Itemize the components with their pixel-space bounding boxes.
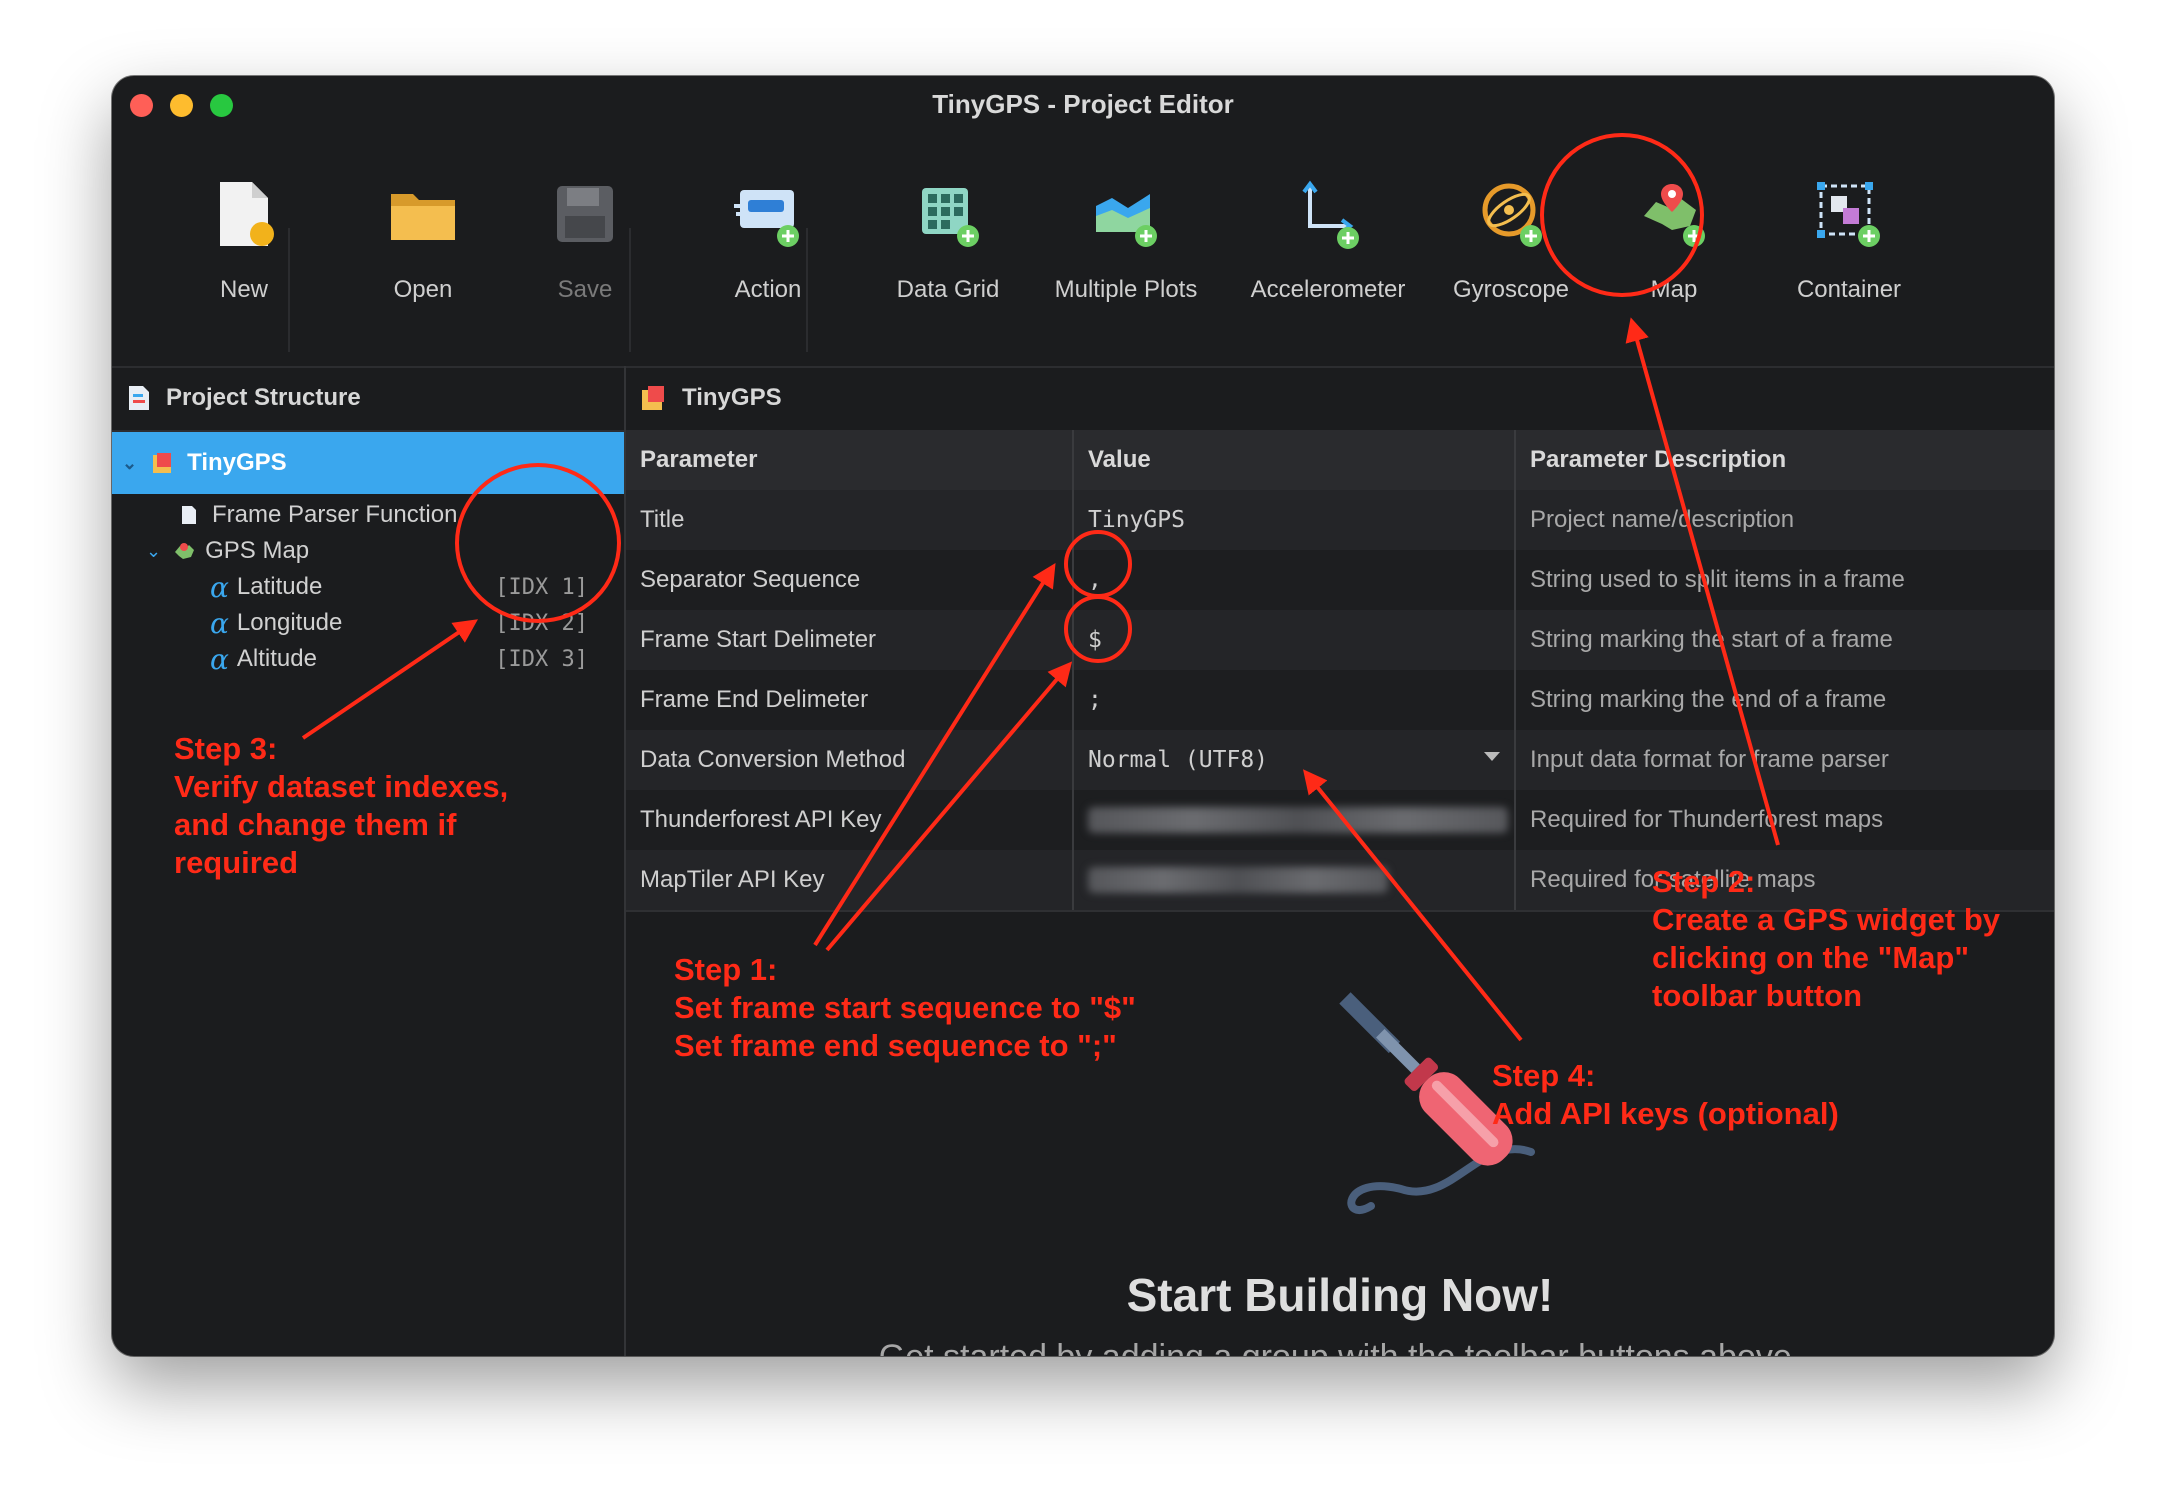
alpha-dataset-icon: α [210,570,229,604]
maptiler-api-key-field[interactable] [1074,850,1516,910]
tree-item-frame-parser[interactable]: Frame Parser Function [112,497,624,533]
project-structure-icon [129,386,149,410]
dataset-index: [IDX 2] [495,610,588,636]
action-button[interactable]: Action [698,176,838,326]
accelerometer-icon [1302,180,1359,249]
table-row: Frame Start Delimeter $ String marking t… [626,610,2054,672]
maximize-window-button[interactable] [210,94,233,117]
alpha-dataset-icon: α [210,606,229,640]
chevron-down-icon[interactable]: ⌄ [146,541,161,562]
tree-item-dataset-longitude[interactable]: α Longitude [IDX 2] [112,605,624,641]
dataset-index: [IDX 3] [495,646,588,672]
project-structure-header: Project Structure [112,366,624,432]
tree-item-dataset-latitude[interactable]: α Latitude [IDX 1] [112,569,624,605]
new-button[interactable]: New [174,176,314,326]
toolbar-separator [288,228,290,352]
value-field[interactable]: $ [1074,610,1516,670]
column-header[interactable]: Parameter Description [1516,430,2054,490]
dataset-index: [IDX 1] [495,574,588,600]
chevron-down-icon[interactable]: ⌄ [122,453,137,474]
empty-state-title: Start Building Now! [1126,1269,1554,1321]
gyroscope-icon [1482,183,1542,247]
value-field[interactable]: TinyGPS [1074,490,1516,550]
window-title: TinyGPS - Project Editor [932,88,1234,119]
minimize-window-button[interactable] [170,94,193,117]
tree-item-project-root[interactable]: ⌄ TinyGPS [112,432,624,494]
script-file-icon [182,506,196,524]
redacted-value [1088,867,1388,893]
app-window: TinyGPS - Project Editor New Open Save A… [112,76,2054,1356]
empty-state-subtitle: Get started by adding a group with the t… [626,1338,2054,1356]
map-icon [1644,184,1705,247]
toolbar: New Open Save Action Data Grid Multiple … [112,134,2054,368]
data-grid-icon [922,188,979,247]
accelerometer-button[interactable]: Accelerometer [1251,176,1405,326]
table-header-row: Parameter Value Parameter Description [626,430,2054,492]
table-row: Frame End Delimeter ; String marking the… [626,670,2054,732]
project-icon [642,386,664,410]
container-button[interactable]: Container [1779,176,1919,326]
save-button[interactable]: Save [515,176,655,326]
map-icon [175,543,195,559]
table-row: Separator Sequence , String used to spli… [626,550,2054,612]
table-row: Title TinyGPS Project name/description [626,490,2054,552]
gyroscope-button[interactable]: Gyroscope [1441,176,1581,326]
value-field[interactable]: , [1074,550,1516,610]
project-editor-pane: TinyGPS Parameter Value Parameter Descri… [626,366,2054,1356]
redacted-value [1088,807,1508,833]
dropdown-arrow-icon [1484,752,1500,761]
conversion-method-dropdown[interactable]: Normal (UTF8) [1074,730,1516,790]
toolbar-separator [629,228,631,352]
container-icon [1817,182,1880,247]
action-icon [734,190,799,247]
step4-annotation: Step 4: Add API keys (optional) [1492,1058,1839,1131]
tree-item-gps-map[interactable]: ⌄ GPS Map [112,533,624,569]
multiple-plots-icon [1096,194,1157,247]
thunderforest-api-key-field[interactable] [1074,790,1516,850]
step1-annotation: Step 1: Set frame start sequence to "$" … [674,952,1136,1063]
new-document-icon [220,182,274,246]
alpha-dataset-icon: α [210,642,229,676]
table-row: Thunderforest API Key Required for Thund… [626,790,2054,852]
step3-annotation: Step 3: Verify dataset indexes, and chan… [174,731,509,880]
folder-icon [391,194,455,240]
toolbar-separator [806,228,808,352]
floppy-disk-icon [557,186,613,242]
table-row: Data Conversion Method Normal (UTF8) Inp… [626,730,2054,792]
column-header[interactable]: Parameter [626,430,1074,490]
title-bar: TinyGPS - Project Editor [112,76,2054,134]
value-field[interactable]: ; [1074,670,1516,730]
open-button[interactable]: Open [353,176,493,326]
editor-header: TinyGPS [626,366,2054,432]
data-grid-button[interactable]: Data Grid [878,176,1018,326]
tree-item-dataset-altitude[interactable]: α Altitude [IDX 3] [112,641,624,677]
close-window-button[interactable] [130,94,153,117]
step2-annotation: Step 2: Create a GPS widget by clicking … [1652,864,2000,1013]
multiple-plots-button[interactable]: Multiple Plots [1055,176,1197,326]
column-header[interactable]: Value [1074,430,1516,490]
project-icon [153,453,172,473]
map-button[interactable]: Map [1604,176,1744,326]
